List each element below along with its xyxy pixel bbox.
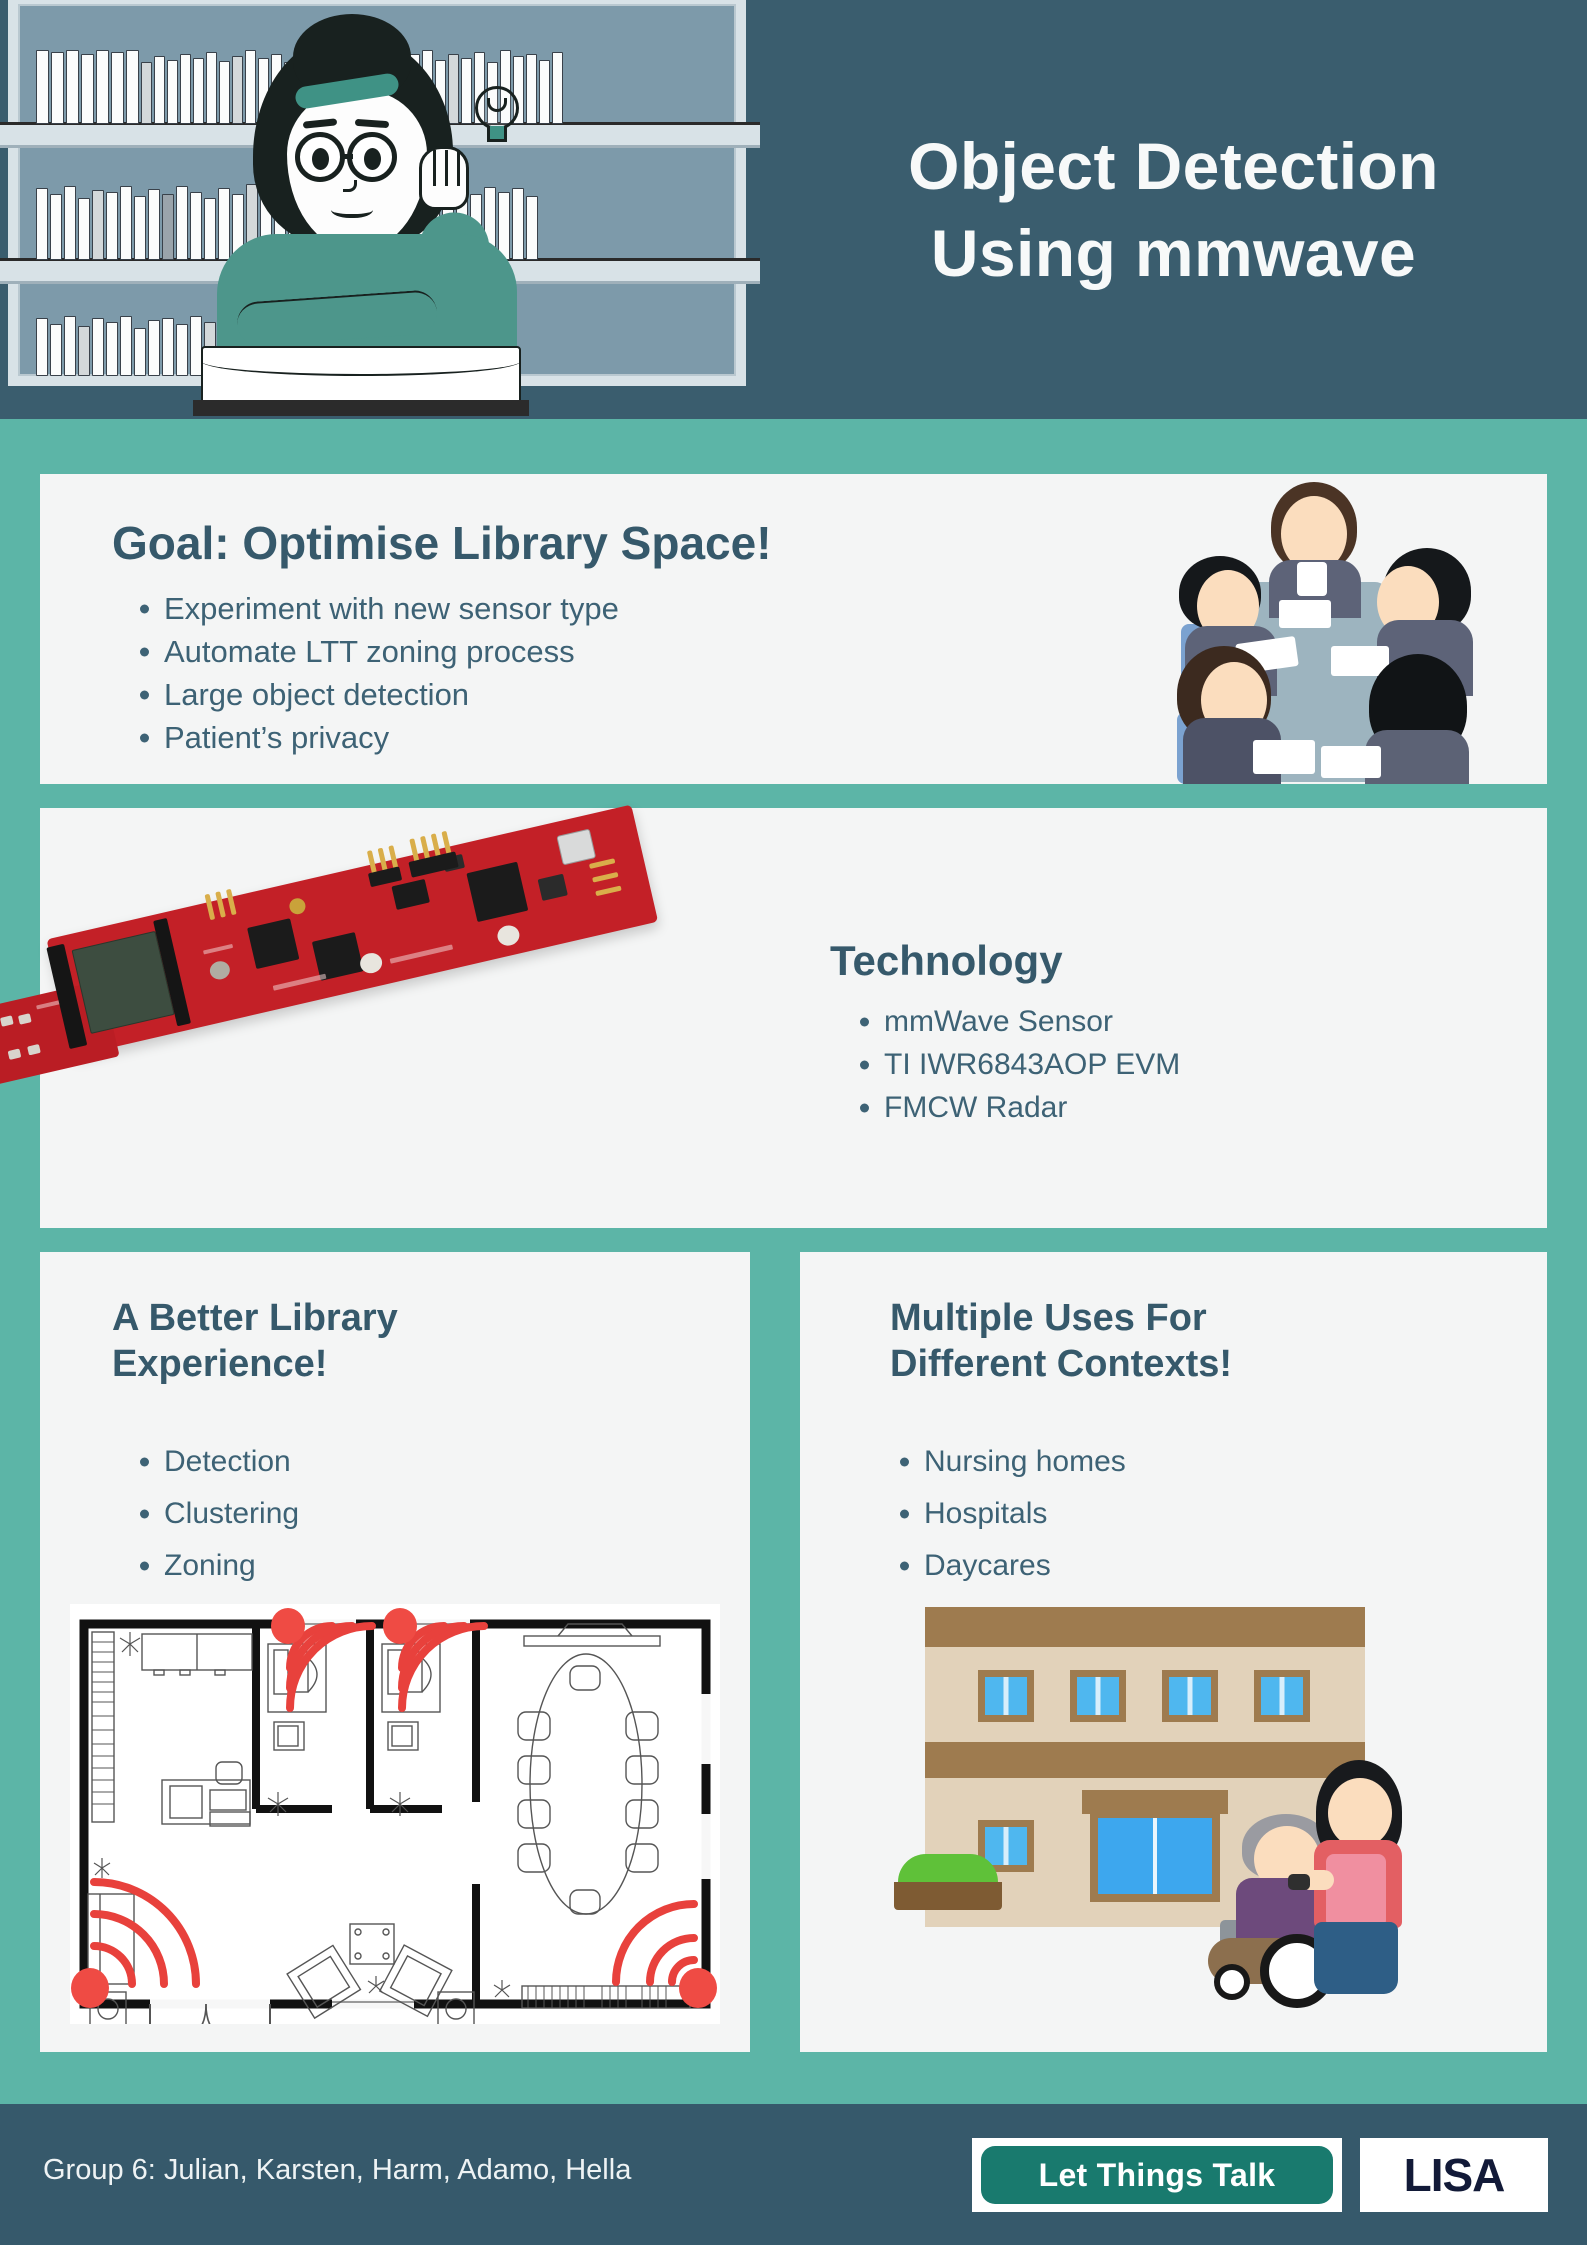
planter (894, 1882, 1002, 1910)
building-window (1162, 1670, 1218, 1722)
floorplan-illustration (70, 1604, 720, 2039)
goal-bullet-list: Experiment with new sensor type Automate… (130, 587, 619, 759)
goal-bullet: Experiment with new sensor type (130, 587, 619, 630)
library-bullet: Clustering (130, 1488, 299, 1540)
building-window (1254, 1670, 1310, 1722)
goal-bullet: Patient’s privacy (130, 716, 619, 759)
library-title-line-1: A Better Library (112, 1297, 398, 1339)
mmwave-board-photo (0, 804, 770, 1218)
librarian-finger (457, 150, 460, 186)
title-line-2: Using mmwave (930, 215, 1417, 290)
uses-bullet-list: Nursing homes Hospitals Daycares (890, 1436, 1126, 1592)
librarian-character (175, 14, 535, 416)
pcb-chip (391, 878, 430, 910)
librarian-smile (331, 200, 373, 218)
uses-bullet: Hospitals (890, 1488, 1126, 1540)
technology-bullet: FMCW Radar (850, 1086, 1180, 1129)
building-entrance-door (1090, 1810, 1220, 1902)
librarian-eye (312, 148, 329, 170)
library-bullet-list: Detection Clustering Zoning (130, 1436, 299, 1592)
book-spine (193, 400, 529, 416)
library-experience-title: A Better Library Experience! (112, 1296, 398, 1387)
lisa-logo: LISA (1360, 2138, 1548, 2212)
goal-panel: Goal: Optimise Library Space! Experiment… (40, 474, 1547, 784)
goal-title: Goal: Optimise Library Space! (112, 517, 772, 569)
technology-bullet: mmWave Sensor (850, 1000, 1180, 1043)
uses-panel: Multiple Uses For Different Contexts! Nu… (800, 1252, 1547, 2052)
let-things-talk-logo: Let Things Talk (972, 2138, 1342, 2212)
building-mid-band (925, 1742, 1365, 1778)
goal-bullet: Automate LTT zoning process (130, 630, 619, 673)
floorplan-svg (70, 1604, 720, 2039)
technology-panel: Technology mmWave Sensor TI IWR6843AOP E… (0, 804, 1547, 1228)
librarian-finger (433, 150, 436, 186)
poster-root: Object Detection Using mmwave Goal: Opti… (0, 0, 1587, 2245)
pcb-chip (311, 932, 364, 981)
library-bullet: Zoning (130, 1540, 299, 1592)
meeting-illustration (1129, 474, 1489, 784)
glasses-bridge (343, 154, 353, 159)
pcb-chip (247, 918, 300, 970)
pcb-chip (466, 861, 529, 923)
poster-footer: Group 6: Julian, Karsten, Harm, Adamo, H… (0, 2104, 1587, 2245)
nursing-home-illustration (870, 1582, 1470, 2022)
building-window (978, 1670, 1034, 1722)
technology-title: Technology (830, 937, 1063, 984)
pcb-chip (537, 873, 568, 901)
library-title-line-2: Experience! (112, 1342, 328, 1385)
book-crease (201, 346, 521, 376)
building-roof-band (925, 1607, 1365, 1647)
librarian-finger (445, 150, 448, 186)
poster-title: Object Detection Using mmwave (760, 0, 1587, 419)
uses-title: Multiple Uses For Different Contexts! (890, 1296, 1232, 1387)
library-bullet: Detection (130, 1436, 299, 1488)
building-window (1070, 1670, 1126, 1722)
title-line-1: Object Detection (908, 128, 1439, 203)
header-illustration (0, 0, 760, 419)
lightbulb-base (487, 126, 507, 142)
technology-bullet: TI IWR6843AOP EVM (850, 1043, 1180, 1086)
pcb-main-board (0, 804, 659, 1106)
library-experience-panel: A Better Library Experience! Detection C… (40, 1252, 750, 2052)
librarian-hand (419, 146, 469, 210)
uses-title-line-1: Multiple Uses For (890, 1297, 1207, 1339)
micro-usb-connector (556, 828, 597, 866)
uses-bullet: Nursing homes (890, 1436, 1126, 1488)
poster-header: Object Detection Using mmwave (0, 0, 1587, 419)
technology-bullet-list: mmWave Sensor TI IWR6843AOP EVM FMCW Rad… (850, 1000, 1180, 1129)
author-list: Group 6: Julian, Karsten, Harm, Adamo, H… (43, 2154, 632, 2186)
let-things-talk-logo-text: Let Things Talk (981, 2146, 1333, 2204)
uses-title-line-2: Different Contexts! (890, 1342, 1233, 1385)
goal-bullet: Large object detection (130, 673, 619, 716)
librarian-eye (364, 148, 381, 170)
